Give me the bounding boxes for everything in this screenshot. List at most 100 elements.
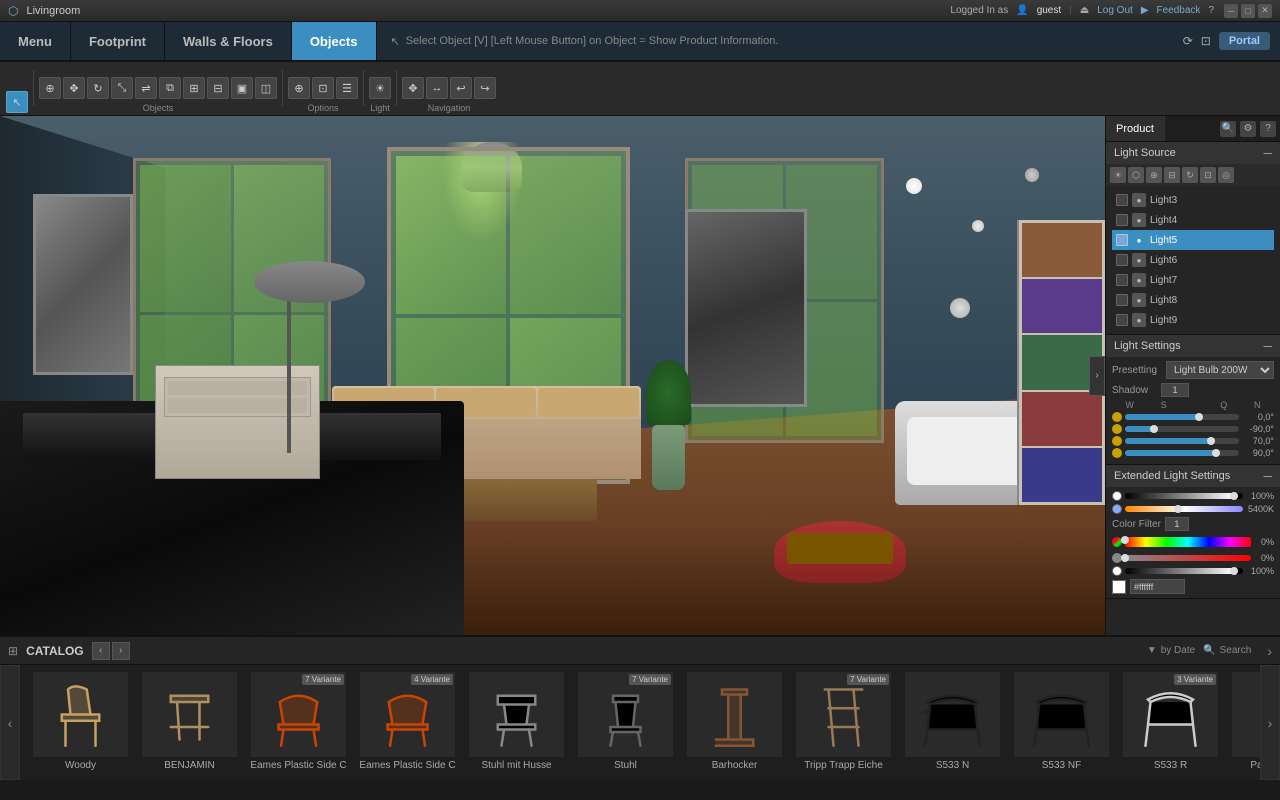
ls-icon-4[interactable]: ⊟ xyxy=(1164,167,1180,183)
light7-toggle[interactable] xyxy=(1116,274,1128,286)
tool-opt3[interactable]: ☰ xyxy=(336,77,358,99)
tool-nav-pan[interactable]: ✥ xyxy=(402,77,424,99)
slider-track-2[interactable] xyxy=(1125,438,1239,444)
light5-toggle[interactable] xyxy=(1116,234,1128,246)
lightness-slider[interactable] xyxy=(1125,568,1243,574)
win-close[interactable]: ✕ xyxy=(1258,4,1272,18)
catalog-scroll-left[interactable]: ‹ xyxy=(0,665,20,780)
ls-icon-3[interactable]: ⊕ xyxy=(1146,167,1162,183)
catalog-item[interactable]: Barhocker xyxy=(682,669,787,774)
tool-light[interactable]: ☀ xyxy=(369,77,391,99)
shadow-input[interactable] xyxy=(1161,383,1189,397)
tab-product[interactable]: Product xyxy=(1106,116,1165,141)
ls-icon-7[interactable]: ◎ xyxy=(1218,167,1234,183)
light-settings-minimize[interactable]: ─ xyxy=(1263,339,1272,353)
light-settings-header[interactable]: Light Settings ─ xyxy=(1106,335,1280,357)
help-btn[interactable]: ? xyxy=(1208,5,1214,16)
light4-toggle[interactable] xyxy=(1116,214,1128,226)
catalog-item[interactable]: Woody xyxy=(28,669,133,774)
tool-nav-undo[interactable]: ↩ xyxy=(450,77,472,99)
light9-toggle[interactable] xyxy=(1116,314,1128,326)
light-item-3[interactable]: ● Light3 xyxy=(1112,190,1274,210)
hex-input[interactable] xyxy=(1130,579,1185,594)
tool-delete[interactable]: ⊟ xyxy=(207,77,229,99)
tool-opt1[interactable]: ⊕ xyxy=(288,77,310,99)
light-source-minimize[interactable]: ─ xyxy=(1263,146,1272,160)
panel-collapse-arrow[interactable]: › xyxy=(1089,356,1105,396)
tool-opt2[interactable]: ⊡ xyxy=(312,77,334,99)
preset-select[interactable]: Light Bulb 200W xyxy=(1166,361,1274,379)
viewport[interactable]: › xyxy=(0,116,1105,635)
ls-icon-1[interactable]: ☀ xyxy=(1110,167,1126,183)
light-item-7[interactable]: ● Light7 xyxy=(1112,270,1274,290)
light-source-header[interactable]: Light Source ─ xyxy=(1106,142,1280,164)
catalog-item[interactable]: 7 VarianteEames Plastic Side C xyxy=(246,669,351,774)
tool-paste[interactable]: ⊞ xyxy=(183,77,205,99)
nav-icon-2[interactable]: ⊡ xyxy=(1201,34,1211,48)
light3-toggle[interactable] xyxy=(1116,194,1128,206)
panel-icon-help[interactable]: ? xyxy=(1260,121,1276,137)
slider-track-3[interactable] xyxy=(1125,450,1239,456)
catalog-expand[interactable]: › xyxy=(1267,643,1272,659)
hue-slider[interactable] xyxy=(1125,537,1251,547)
win-maximize[interactable]: □ xyxy=(1241,4,1255,18)
tool-scale[interactable]: ⤡ xyxy=(111,77,133,99)
light-item-9[interactable]: ● Light9 xyxy=(1112,310,1274,330)
light8-toggle[interactable] xyxy=(1116,294,1128,306)
nav-objects[interactable]: Objects xyxy=(292,22,377,60)
catalog-sort[interactable]: ▼ by Date xyxy=(1147,645,1195,656)
nav-menu[interactable]: Menu xyxy=(0,22,71,60)
catalog-item[interactable]: BENJAMIN xyxy=(137,669,242,774)
light-item-4[interactable]: ● Light4 xyxy=(1112,210,1274,230)
feedback-link[interactable]: Feedback xyxy=(1157,5,1201,16)
win-minimize[interactable]: ─ xyxy=(1224,4,1238,18)
saturation-slider[interactable] xyxy=(1125,555,1251,561)
tool-mirror[interactable]: ⇌ xyxy=(135,77,157,99)
tool-nav-orbit[interactable]: ↔ xyxy=(426,77,448,99)
panel-icon-search[interactable]: 🔍 xyxy=(1220,121,1236,137)
extended-light-header[interactable]: Extended Light Settings ─ xyxy=(1106,465,1280,487)
tool-ungroup[interactable]: ◫ xyxy=(255,77,277,99)
panel-icon-settings[interactable]: ⚙ xyxy=(1240,121,1256,137)
catalog-search[interactable]: 🔍 Search xyxy=(1203,645,1251,656)
tool-copy[interactable]: ⧉ xyxy=(159,77,181,99)
dresser xyxy=(155,365,321,479)
color-swatch[interactable] xyxy=(1112,580,1126,594)
slider-track-0[interactable] xyxy=(1125,414,1239,420)
tool-add-obj[interactable]: ⊕ xyxy=(39,77,61,99)
catalog-next[interactable]: › xyxy=(112,642,130,660)
catalog-prev[interactable]: ‹ xyxy=(92,642,110,660)
brightness-slider[interactable] xyxy=(1125,493,1243,499)
tool-group[interactable]: ▣ xyxy=(231,77,253,99)
tool-move[interactable]: ✥ xyxy=(63,77,85,99)
nav-walls-floors[interactable]: Walls & Floors xyxy=(165,22,292,60)
ls-icon-2[interactable]: ⬡ xyxy=(1128,167,1144,183)
catalog-scroll-right[interactable]: › xyxy=(1260,665,1280,780)
catalog-item[interactable]: 7 VarianteStuhl xyxy=(573,669,678,774)
slider-track-1[interactable] xyxy=(1125,426,1239,432)
ls-icon-5[interactable]: ↻ xyxy=(1182,167,1198,183)
ls-icon-6[interactable]: ⊡ xyxy=(1200,167,1216,183)
catalog-item[interactable]: S533 N xyxy=(900,669,1005,774)
light6-toggle[interactable] xyxy=(1116,254,1128,266)
light-item-6[interactable]: ● Light6 xyxy=(1112,250,1274,270)
catalog-item[interactable]: Panton Chair xyxy=(1227,669,1260,774)
tool-nav-redo[interactable]: ↪ xyxy=(474,77,496,99)
color-filter-input[interactable] xyxy=(1165,517,1189,531)
ottoman xyxy=(774,521,907,583)
light-item-8[interactable]: ● Light8 xyxy=(1112,290,1274,310)
tool-rotate[interactable]: ↻ xyxy=(87,77,109,99)
logout-link[interactable]: Log Out xyxy=(1097,5,1133,16)
catalog-item[interactable]: 4 VarianteEames Plastic Side C xyxy=(355,669,460,774)
catalog-item[interactable]: 7 VarianteTripp Trapp Eiche xyxy=(791,669,896,774)
catalog-item[interactable]: Stuhl mit Husse xyxy=(464,669,569,774)
catalog-item[interactable]: S533 NF xyxy=(1009,669,1114,774)
catalog-item[interactable]: 3 VarianteS533 R xyxy=(1118,669,1223,774)
tool-select[interactable]: ↖ xyxy=(6,91,28,113)
colortemp-slider[interactable] xyxy=(1125,506,1243,512)
extended-minimize[interactable]: ─ xyxy=(1263,469,1272,483)
nav-icon-1[interactable]: ⟳ xyxy=(1183,34,1193,48)
nav-footprint[interactable]: Footprint xyxy=(71,22,165,60)
portal-button[interactable]: Portal xyxy=(1219,32,1270,50)
light-item-5[interactable]: ● Light5 xyxy=(1112,230,1274,250)
